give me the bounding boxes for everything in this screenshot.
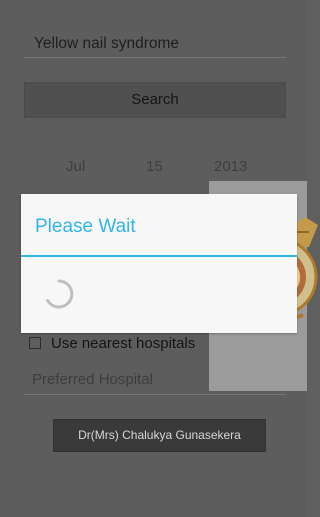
date-year[interactable]: 2013: [214, 158, 247, 175]
doctor-button[interactable]: Dr(Mrs) Chalukya Gunasekera: [53, 419, 266, 452]
date-month[interactable]: Jul: [66, 158, 85, 175]
nearest-hospitals-label: Use nearest hospitals: [51, 335, 196, 352]
dialog-divider: [21, 255, 297, 257]
date-day[interactable]: 15: [146, 158, 163, 175]
search-button[interactable]: Search: [24, 82, 286, 118]
date-picker[interactable]: Jul 15 2013: [0, 158, 307, 178]
loading-spinner-icon: [46, 279, 74, 309]
nearest-hospitals-checkbox[interactable]: [29, 337, 41, 349]
search-input[interactable]: Yellow nail syndrome: [24, 26, 286, 58]
dialog-title: Please Wait: [35, 216, 136, 237]
please-wait-dialog: Please Wait: [21, 194, 297, 333]
app-screen: Yellow nail syndrome Search Jul 15 2013 …: [0, 0, 318, 517]
